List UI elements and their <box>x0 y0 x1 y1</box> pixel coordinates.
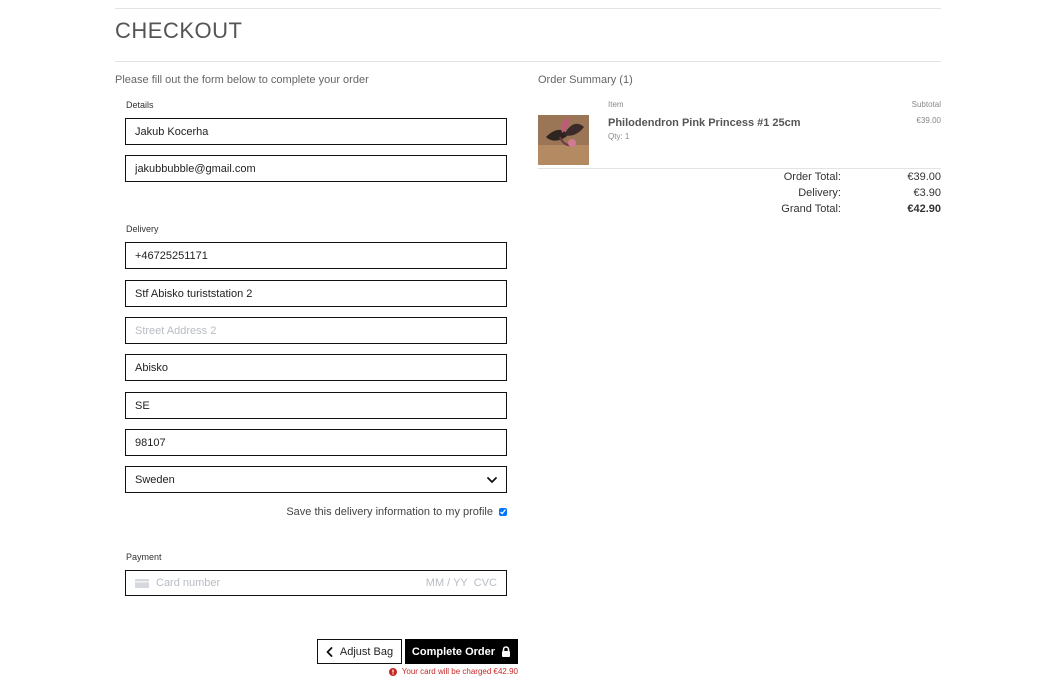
grand-total-label: Grand Total: <box>781 203 841 215</box>
postcode-field-wrap <box>125 429 507 456</box>
street1-field-wrap <box>125 280 507 307</box>
delivery-row: Delivery: €3.90 <box>681 187 941 199</box>
order-total-row: Order Total: €39.00 <box>681 171 941 183</box>
full-name-field-wrap <box>125 118 507 145</box>
country-select[interactable]: Sweden <box>126 467 506 492</box>
alert-circle-icon <box>388 667 397 676</box>
city-field-wrap <box>125 354 507 381</box>
street2-field-wrap <box>125 317 507 344</box>
grand-total-row: Grand Total: €42.90 <box>681 203 941 215</box>
full-name-field[interactable] <box>126 119 506 144</box>
product-thumbnail <box>538 115 589 165</box>
chevron-left-icon <box>326 646 333 657</box>
adjust-bag-label: Adjust Bag <box>339 645 394 658</box>
order-total-value: €39.00 <box>907 171 941 183</box>
charge-notice: Your card will be charged €42.90 <box>388 667 518 676</box>
adjust-bag-button[interactable]: Adjust Bag <box>317 639 402 664</box>
grand-total-value: €42.90 <box>907 203 941 215</box>
charge-note-text: Your card will be charged €42.90 <box>401 667 518 676</box>
delivery-cost-value: €3.90 <box>913 187 941 199</box>
order-summary-title: Order Summary (1) <box>538 74 633 86</box>
town-city-field[interactable] <box>126 355 506 380</box>
save-info-label: Save this delivery information to my pro… <box>286 506 493 518</box>
subtotal-column-header: Subtotal <box>911 100 941 109</box>
details-label: Details <box>126 100 154 110</box>
delivery-label: Delivery <box>126 224 159 234</box>
email-field[interactable] <box>126 156 506 181</box>
phone-field[interactable] <box>126 243 506 268</box>
postcode-field[interactable] <box>126 430 506 455</box>
complete-order-label: Complete Order <box>411 645 496 658</box>
lock-icon <box>502 646 511 657</box>
card-number-placeholder: Card number <box>156 577 221 589</box>
summary-divider <box>538 168 941 169</box>
card-expiry-placeholder: MM / YY <box>425 577 468 589</box>
county-field[interactable] <box>126 393 506 418</box>
country-select-wrap: Sweden <box>125 466 507 493</box>
page-title: CHECKOUT <box>115 18 243 43</box>
save-info-checkbox[interactable] <box>499 508 507 516</box>
credit-card-icon <box>135 578 149 588</box>
product-qty: Qty: 1 <box>608 132 630 141</box>
card-cvc-placeholder: CVC <box>473 577 497 589</box>
product-subtotal: €39.00 <box>916 116 941 125</box>
phone-field-wrap <box>125 242 507 269</box>
street-address-2-field[interactable] <box>126 318 506 343</box>
street-address-1-field[interactable] <box>126 281 506 306</box>
payment-label: Payment <box>126 552 162 562</box>
county-field-wrap <box>125 392 507 419</box>
order-total-label: Order Total: <box>783 171 841 183</box>
item-column-header: Item <box>608 100 624 109</box>
form-intro: Please fill out the form below to comple… <box>115 74 369 86</box>
complete-order-button[interactable]: Complete Order <box>405 639 518 664</box>
card-number-field[interactable]: Card number MM / YY CVC <box>125 570 507 596</box>
save-info-row: Save this delivery information to my pro… <box>286 506 507 518</box>
title-divider <box>115 61 941 62</box>
top-divider <box>115 8 941 9</box>
delivery-cost-label: Delivery: <box>798 187 841 199</box>
product-name: Philodendron Pink Princess #1 25cm <box>608 117 801 129</box>
email-field-wrap <box>125 155 507 182</box>
